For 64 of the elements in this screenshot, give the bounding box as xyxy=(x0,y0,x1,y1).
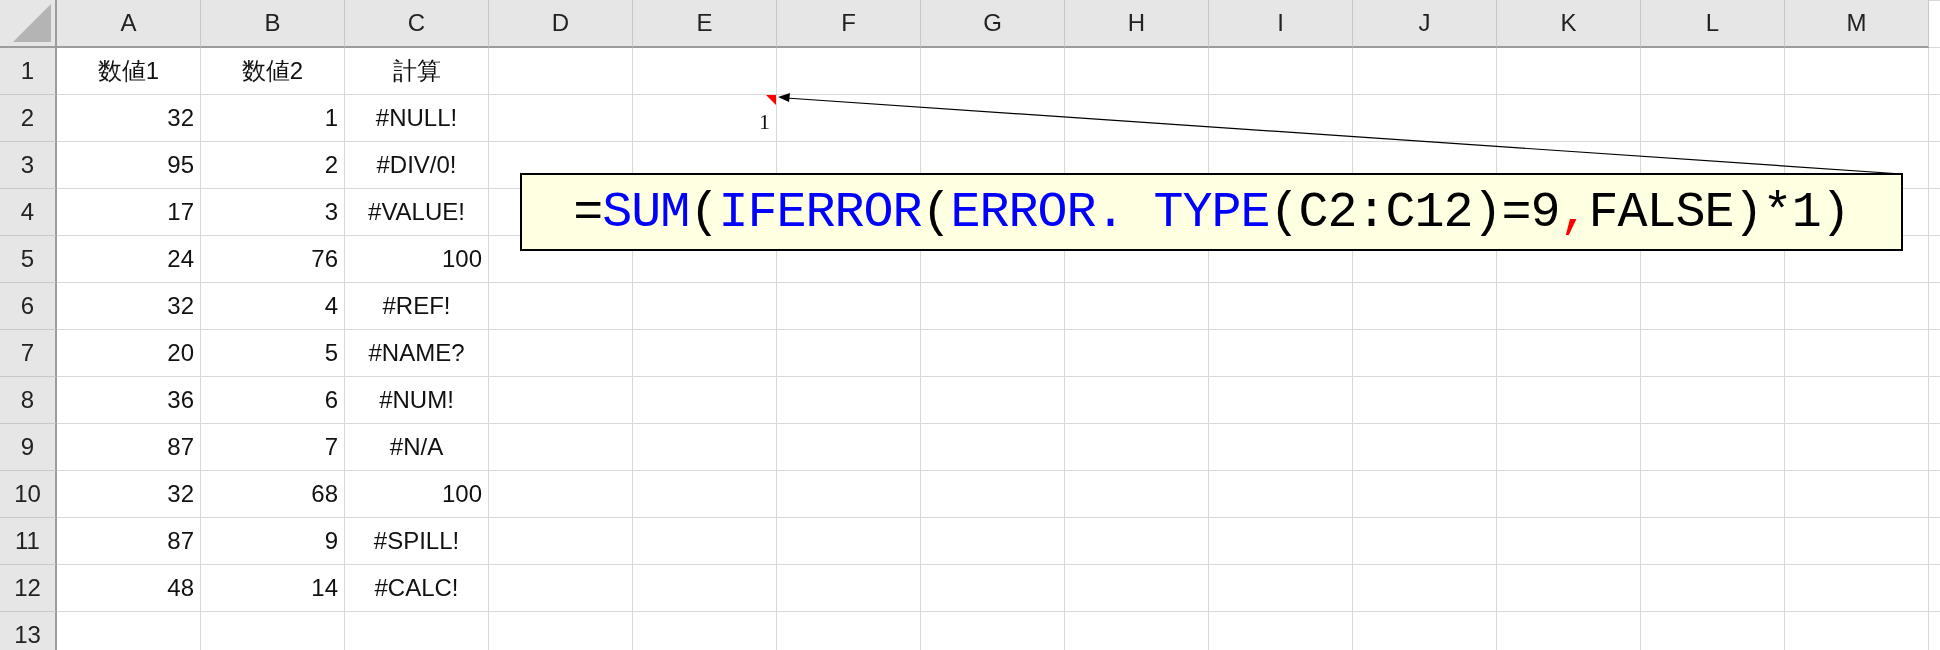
cell-text: #N/A xyxy=(389,433,444,461)
column-header[interactable]: J xyxy=(1353,0,1497,48)
cell-text: 14 xyxy=(311,574,338,602)
cell-text: 68 xyxy=(311,480,338,508)
column-header[interactable]: G xyxy=(921,0,1065,48)
row-header[interactable]: 1 xyxy=(0,48,57,95)
cell-text: 2 xyxy=(324,151,338,179)
column-header[interactable]: K xyxy=(1497,0,1641,48)
cell-text: #REF! xyxy=(382,292,451,320)
column-header[interactable]: H xyxy=(1065,0,1209,48)
cell-text: 1 xyxy=(759,109,770,135)
column-header[interactable]: C xyxy=(345,0,489,48)
cell-text: 32 xyxy=(167,480,194,508)
row-header[interactable]: 12 xyxy=(0,565,57,612)
cell-text: 20 xyxy=(167,339,194,367)
cell-text: 32 xyxy=(167,104,194,132)
cell-text: 87 xyxy=(167,433,194,461)
row-header[interactable]: 3 xyxy=(0,142,57,189)
cell-text: 32 xyxy=(167,292,194,320)
column-header[interactable]: F xyxy=(777,0,921,48)
cell-text: #NAME? xyxy=(368,339,465,367)
cell-text: #NUM! xyxy=(379,386,454,414)
row-header[interactable]: 6 xyxy=(0,283,57,330)
cell-text: 95 xyxy=(167,151,194,179)
cell-text: 4 xyxy=(324,292,338,320)
row-header[interactable]: 13 xyxy=(0,612,57,650)
cell-text: 9 xyxy=(324,527,338,555)
cell-text: 36 xyxy=(167,386,194,414)
column-header[interactable]: A xyxy=(57,0,201,48)
cell-text: 5 xyxy=(324,339,338,367)
row-header[interactable]: 2 xyxy=(0,95,57,142)
row-header[interactable]: 8 xyxy=(0,377,57,424)
cell-text: 87 xyxy=(167,527,194,555)
column-header[interactable]: B xyxy=(201,0,345,48)
row-header[interactable]: 10 xyxy=(0,471,57,518)
cell-text: 76 xyxy=(311,245,338,273)
cell-text: 計算 xyxy=(392,56,441,86)
row-header[interactable]: 5 xyxy=(0,236,57,283)
cell-text: #SPILL! xyxy=(373,527,460,555)
cell-text: #NULL! xyxy=(375,104,458,132)
row-header[interactable]: 4 xyxy=(0,189,57,236)
cell-text: 17 xyxy=(167,198,194,226)
cell-text: 100 xyxy=(441,480,482,508)
row-header[interactable]: 7 xyxy=(0,330,57,377)
cell-text: 数値1 xyxy=(97,56,160,86)
cell-text: 3 xyxy=(324,198,338,226)
cell-text: #DIV/0! xyxy=(376,151,457,179)
column-header[interactable]: I xyxy=(1209,0,1353,48)
column-header[interactable]: D xyxy=(489,0,633,48)
cell-text: 数値2 xyxy=(241,56,304,86)
cell-text: 100 xyxy=(441,245,482,273)
cell-text: 24 xyxy=(167,245,194,273)
row-header[interactable]: 11 xyxy=(0,518,57,565)
cell-text: #CALC! xyxy=(374,574,459,602)
cell-text: #VALUE! xyxy=(368,198,465,226)
row-header[interactable]: 9 xyxy=(0,424,57,471)
formula-callout: =SUM(IFERROR(ERROR. TYPE(C2:C12)=9,FALSE)*1) xyxy=(520,173,1903,251)
cell-text: 48 xyxy=(167,574,194,602)
cell-text: 6 xyxy=(324,386,338,414)
column-header[interactable]: E xyxy=(633,0,777,48)
column-header[interactable]: L xyxy=(1641,0,1785,48)
cell-text: 1 xyxy=(324,104,338,132)
cell-text: 7 xyxy=(324,433,338,461)
column-header[interactable]: M xyxy=(1785,0,1929,48)
